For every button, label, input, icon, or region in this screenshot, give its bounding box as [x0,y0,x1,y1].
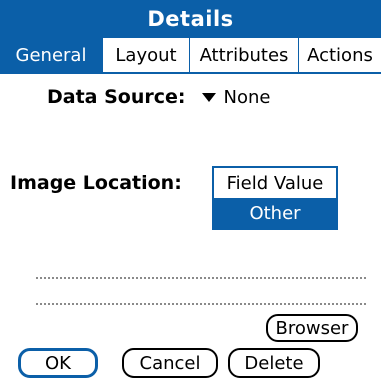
data-source-label: Data Source: [47,86,186,108]
image-location-row: Image Location: [10,172,182,194]
dialog-title: Details [147,7,234,31]
tab-actions-label: Actions [307,44,373,66]
image-location-list: Field Value Other [212,166,338,230]
tab-attributes[interactable]: Attributes [190,38,299,72]
tab-general-label: General [15,44,87,66]
option-field-value-label: Field Value [226,172,324,194]
data-source-dropdown[interactable]: None [201,86,271,108]
option-field-value[interactable]: Field Value [214,168,336,198]
option-other-label: Other [249,202,301,224]
tab-layout-label: Layout [115,44,177,66]
tab-bar: General Layout Attributes Actions [0,38,381,74]
path-field-line-2[interactable] [36,303,366,305]
browser-button[interactable]: Browser [266,314,358,342]
tab-general[interactable]: General [0,38,103,72]
path-field-line-1[interactable] [36,277,366,279]
tab-attributes-label: Attributes [199,44,289,66]
browser-button-label: Browser [275,317,349,339]
delete-button[interactable]: Delete [228,348,320,378]
delete-button-label: Delete [244,352,304,374]
tab-actions[interactable]: Actions [299,38,381,72]
option-other[interactable]: Other [214,198,336,228]
cancel-button-label: Cancel [139,352,201,374]
image-location-label: Image Location: [10,172,182,194]
data-source-row: Data Source: None [47,86,270,108]
dropdown-arrow-icon [201,92,216,102]
ok-button[interactable]: OK [18,348,98,378]
cancel-button[interactable]: Cancel [122,348,218,378]
ok-button-label: OK [45,352,71,374]
title-bar: Details [0,0,381,38]
data-source-value: None [223,86,271,108]
tab-layout[interactable]: Layout [103,38,190,72]
